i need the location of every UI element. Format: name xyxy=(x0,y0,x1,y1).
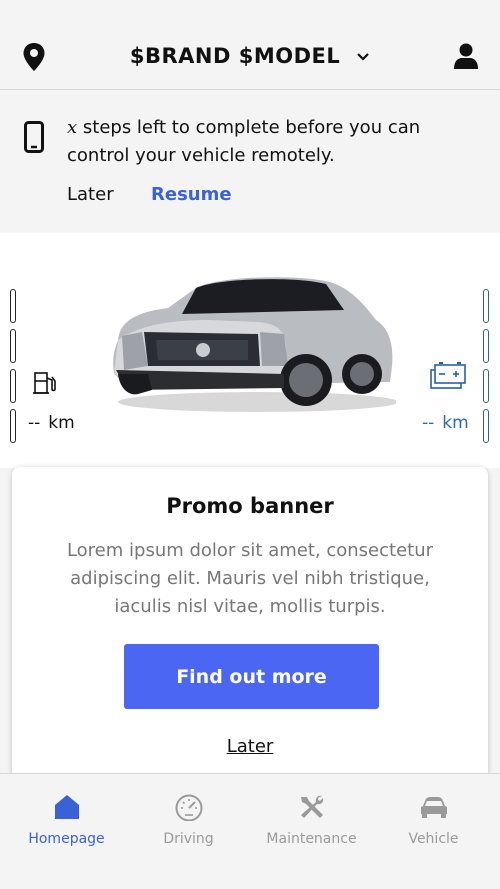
user-profile-icon[interactable] xyxy=(454,42,478,70)
vehicle-selector-label: $BRAND $MODEL xyxy=(129,44,341,68)
nav-item-maintenance[interactable]: Maintenance xyxy=(249,773,374,889)
find-out-more-button[interactable]: Find out more xyxy=(124,644,379,709)
car-icon xyxy=(420,797,447,818)
nav-label-homepage: Homepage xyxy=(28,831,105,847)
app-header: $BRAND $MODEL xyxy=(0,0,500,90)
nav-label-vehicle: Vehicle xyxy=(408,831,459,847)
nav-item-driving[interactable]: Driving xyxy=(126,773,251,889)
promo-title: Promo banner xyxy=(166,494,334,518)
battery-range-unit: km xyxy=(442,413,469,433)
speedometer-icon xyxy=(175,794,202,821)
vehicle-selector[interactable]: $BRAND $MODEL xyxy=(0,44,500,68)
battery-range-value: -- xyxy=(422,413,435,433)
battery-range-readout: -- km xyxy=(422,413,469,433)
smartphone-icon xyxy=(24,121,44,153)
tools-icon xyxy=(300,795,323,818)
promo-later-link[interactable]: Later xyxy=(0,736,500,757)
notice-resume-link[interactable]: Resume xyxy=(151,184,232,205)
onboarding-message-text: steps left to complete before you can co… xyxy=(67,117,421,166)
nav-label-maintenance: Maintenance xyxy=(266,831,357,847)
steps-variable: x xyxy=(67,117,78,138)
fuel-range-value: -- xyxy=(28,413,41,433)
onboarding-message: x steps left to complete before you can … xyxy=(67,114,477,170)
notice-later-link[interactable]: Later xyxy=(67,184,114,205)
nav-item-vehicle[interactable]: Vehicle xyxy=(371,773,496,889)
nav-label-driving: Driving xyxy=(163,831,214,847)
vehicle-image xyxy=(113,277,396,412)
promo-body: Lorem ipsum dolor sit amet, consectetur … xyxy=(66,540,434,617)
fuel-pump-icon xyxy=(33,372,56,394)
fuel-range-readout: -- km xyxy=(28,413,75,433)
battery-icon xyxy=(430,362,466,389)
chevron-down-icon xyxy=(357,53,369,61)
fuel-range-unit: km xyxy=(48,413,75,433)
home-icon xyxy=(54,795,79,819)
nav-item-homepage[interactable]: Homepage xyxy=(4,773,129,889)
